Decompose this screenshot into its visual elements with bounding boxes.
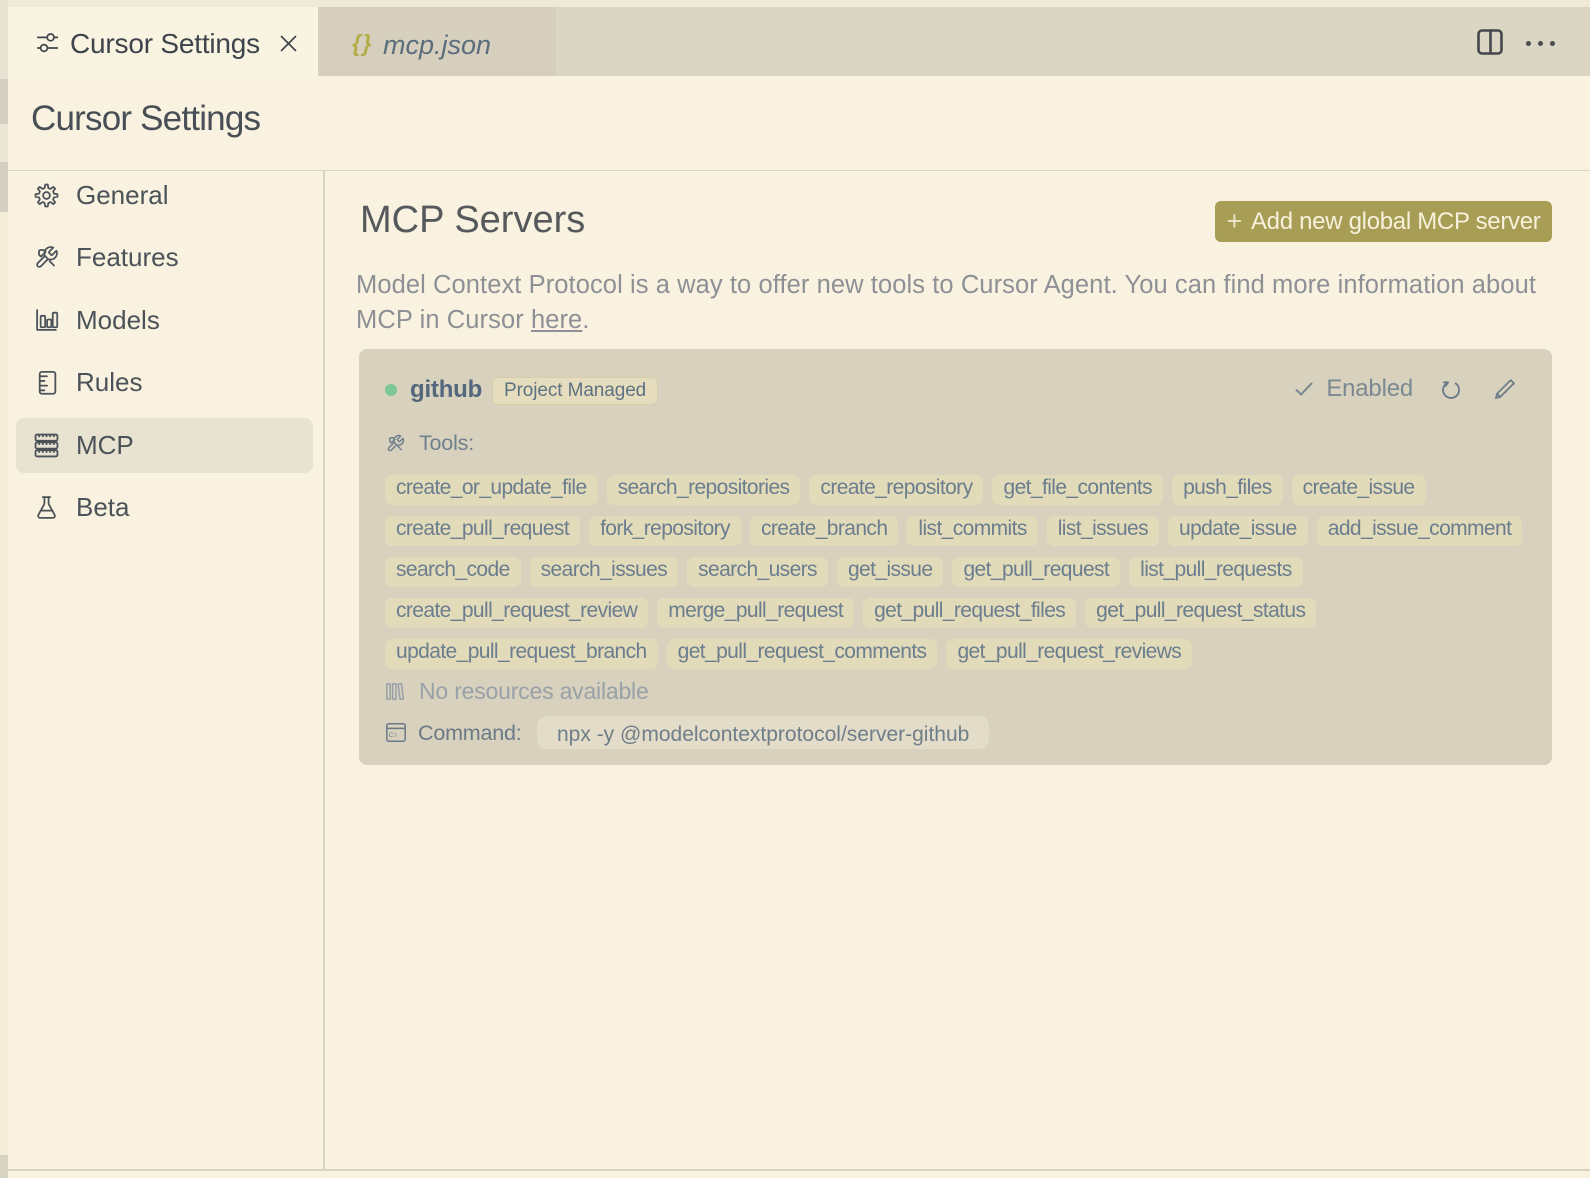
svg-text:C:\: C:\ [389,732,398,739]
